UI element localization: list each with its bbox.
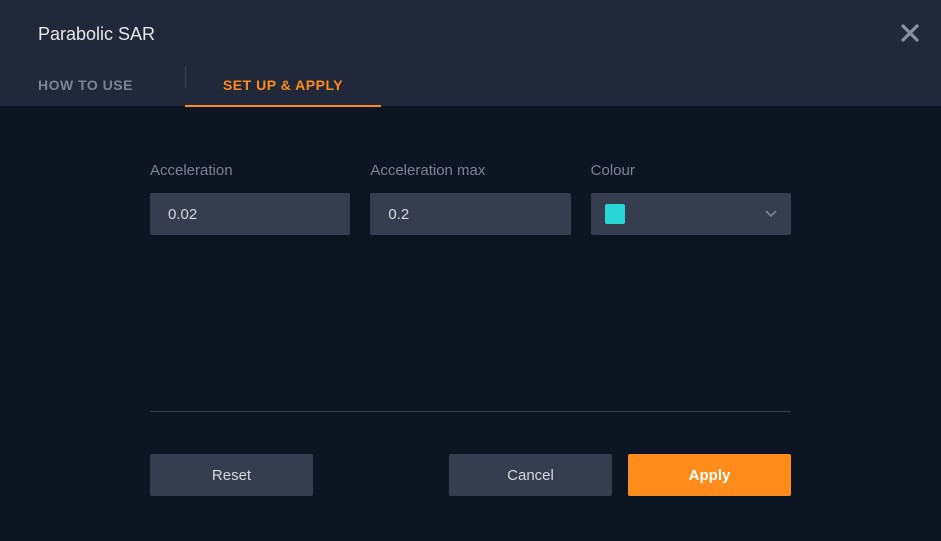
colour-label: Colour <box>591 162 791 179</box>
close-icon <box>901 24 919 42</box>
field-acceleration: Acceleration <box>150 162 350 235</box>
colour-swatch <box>605 204 625 224</box>
field-colour: Colour <box>591 162 791 235</box>
acceleration-max-input[interactable] <box>370 193 570 235</box>
indicator-settings-dialog: Parabolic SAR HOW TO USE SET UP & APPLY … <box>0 0 941 541</box>
colour-select[interactable] <box>591 193 791 235</box>
acceleration-input[interactable] <box>150 193 350 235</box>
dialog-footer: Reset Cancel Apply <box>150 454 791 496</box>
dialog-header: Parabolic SAR HOW TO USE SET UP & APPLY <box>0 0 941 106</box>
close-button[interactable] <box>901 24 919 42</box>
cancel-button[interactable]: Cancel <box>449 454 612 496</box>
settings-panel: Acceleration Acceleration max Colour Res… <box>0 106 941 496</box>
apply-button[interactable]: Apply <box>628 454 791 496</box>
dialog-title: Parabolic SAR <box>0 0 941 45</box>
footer-divider <box>150 411 791 412</box>
acceleration-label: Acceleration <box>150 162 350 179</box>
tab-divider <box>185 66 186 88</box>
footer-right-group: Cancel Apply <box>449 454 791 496</box>
acceleration-max-label: Acceleration max <box>370 162 570 179</box>
tab-how-to-use[interactable]: HOW TO USE <box>38 77 143 107</box>
tabs: HOW TO USE SET UP & APPLY <box>0 63 941 107</box>
field-row: Acceleration Acceleration max Colour <box>150 162 791 235</box>
tab-setup-apply[interactable]: SET UP & APPLY <box>213 77 353 107</box>
field-acceleration-max: Acceleration max <box>370 162 570 235</box>
chevron-down-icon <box>765 210 777 218</box>
reset-button[interactable]: Reset <box>150 454 313 496</box>
